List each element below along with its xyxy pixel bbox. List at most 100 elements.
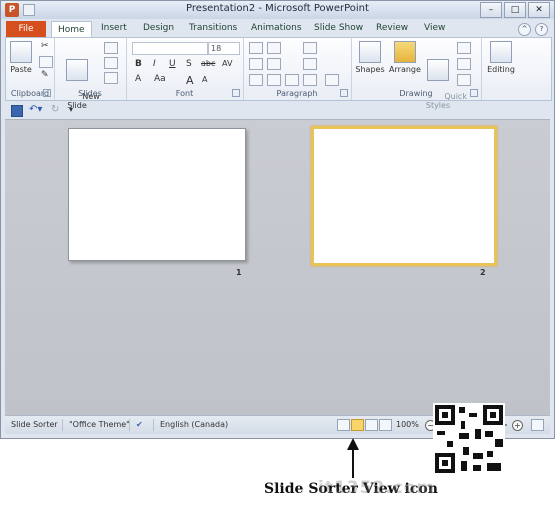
tab-transitions[interactable]: Transitions xyxy=(189,23,237,33)
arrange-label: Arrange xyxy=(389,65,421,74)
binoculars-icon xyxy=(490,41,512,63)
status-divider xyxy=(62,419,63,431)
align-left-icon[interactable] xyxy=(249,74,263,86)
columns-icon[interactable] xyxy=(325,74,339,86)
copy-icon[interactable] xyxy=(39,56,53,68)
tab-design[interactable]: Design xyxy=(143,23,174,33)
line-spacing-icon[interactable] xyxy=(303,42,317,54)
reading-view-button[interactable] xyxy=(365,419,378,431)
tab-animations[interactable]: Animations xyxy=(251,23,302,33)
numbering-icon[interactable] xyxy=(267,42,281,54)
undo-icon[interactable]: ↶▾ xyxy=(29,104,42,115)
tab-review[interactable]: Review xyxy=(376,23,408,33)
slides-group: New Slide Slides xyxy=(54,38,127,110)
ribbon-tabs: File Home Insert Design Transitions Anim… xyxy=(1,21,554,38)
reset-icon[interactable] xyxy=(104,57,118,69)
status-language[interactable]: English (Canada) xyxy=(160,420,228,429)
status-theme[interactable]: "Office Theme" xyxy=(69,420,130,429)
font-size-input[interactable]: 18 xyxy=(208,42,240,55)
help-icon[interactable]: ? xyxy=(535,23,548,36)
editing-label: Editing xyxy=(487,65,515,74)
cut-icon[interactable]: ✂ xyxy=(41,41,49,51)
change-case-button[interactable]: Aa xyxy=(154,74,166,84)
clipboard-group: Paste ✂ ✎ Clipboard xyxy=(6,38,55,100)
font-label: Font xyxy=(175,89,194,98)
minimize-button[interactable]: – xyxy=(480,2,502,18)
paste-button[interactable]: Paste xyxy=(9,41,33,74)
redo-icon[interactable]: ↻ xyxy=(51,104,59,115)
decrease-indent-icon[interactable] xyxy=(249,58,263,70)
paste-icon xyxy=(10,41,32,63)
tab-insert[interactable]: Insert xyxy=(101,23,127,33)
powerpoint-window: P Presentation2 - Microsoft PowerPoint –… xyxy=(0,0,555,439)
font-launcher-icon[interactable] xyxy=(232,89,240,97)
italic-button[interactable]: I xyxy=(153,59,156,69)
shapes-button[interactable]: Shapes xyxy=(355,41,385,74)
tab-slide-show[interactable]: Slide Show xyxy=(314,23,363,33)
section-icon[interactable] xyxy=(104,72,118,84)
close-button[interactable]: ✕ xyxy=(528,2,550,18)
bold-button[interactable]: B xyxy=(135,59,142,69)
shadow-button[interactable]: S xyxy=(186,59,192,69)
shrink-font-button[interactable]: A xyxy=(202,75,207,84)
justify-icon[interactable] xyxy=(303,74,317,86)
status-divider xyxy=(129,419,130,431)
slide-thumbnail-1[interactable] xyxy=(68,128,246,261)
slide-number-1: 1 xyxy=(236,268,242,277)
restore-button[interactable]: □ xyxy=(504,2,526,18)
slides-label: Slides xyxy=(78,89,102,98)
shape-effects-icon[interactable] xyxy=(457,74,471,86)
customize-toolbar-icon[interactable]: ▾ xyxy=(69,105,73,114)
layout-icon[interactable] xyxy=(104,42,118,54)
tab-home[interactable]: Home xyxy=(51,21,92,38)
paragraph-label: Paragraph xyxy=(276,89,318,98)
align-right-icon[interactable] xyxy=(285,74,299,86)
drawing-launcher-icon[interactable] xyxy=(470,89,478,97)
tab-view[interactable]: View xyxy=(424,23,445,33)
normal-view-button[interactable] xyxy=(337,419,350,431)
editing-button[interactable]: Editing xyxy=(484,41,518,74)
format-painter-icon[interactable]: ✎ xyxy=(41,70,49,80)
save-icon[interactable] xyxy=(11,105,23,117)
new-slide-icon xyxy=(66,59,88,81)
text-direction-icon[interactable] xyxy=(303,58,317,70)
slide-sorter-pane: 1 2 xyxy=(5,119,550,415)
minimize-ribbon-icon[interactable]: ^ xyxy=(518,23,531,36)
fit-to-window-button[interactable] xyxy=(531,419,544,431)
character-spacing-button[interactable]: AV xyxy=(222,59,232,68)
slide-show-button[interactable] xyxy=(379,419,392,431)
font-group: 18 B I U S abc AV A Aa A A Font xyxy=(126,38,244,100)
paste-label: Paste xyxy=(10,65,32,74)
tab-file[interactable]: File xyxy=(6,21,46,37)
shape-fill-icon[interactable] xyxy=(457,42,471,54)
paragraph-group: Paragraph xyxy=(243,38,352,100)
editing-group: Editing xyxy=(481,38,521,100)
watermark: it1352.com xyxy=(318,478,436,498)
drawing-group: Shapes Arrange Quick Styles Drawing xyxy=(351,38,482,110)
strikethrough-button[interactable]: abc xyxy=(201,59,215,68)
bullets-icon[interactable] xyxy=(249,42,263,54)
slide-thumbnail-2-selected[interactable] xyxy=(311,126,497,266)
increase-indent-icon[interactable] xyxy=(267,58,281,70)
paragraph-launcher-icon[interactable] xyxy=(340,89,348,97)
title-bar: P Presentation2 - Microsoft PowerPoint –… xyxy=(1,1,554,19)
align-center-icon[interactable] xyxy=(267,74,281,86)
font-name-input[interactable] xyxy=(132,42,208,55)
font-color-button[interactable]: A xyxy=(135,74,141,84)
zoom-in-button[interactable]: + xyxy=(512,420,523,431)
clipboard-launcher-icon[interactable] xyxy=(43,89,51,97)
qr-code xyxy=(433,403,505,475)
underline-button[interactable]: U xyxy=(169,59,176,69)
grow-font-button[interactable]: A xyxy=(186,74,194,87)
arrange-button[interactable]: Arrange xyxy=(388,41,422,74)
zoom-level[interactable]: 100% xyxy=(396,420,419,429)
status-divider xyxy=(153,419,154,431)
window-title: Presentation2 - Microsoft PowerPoint xyxy=(186,3,369,14)
quick-styles-icon xyxy=(427,59,449,81)
quick-access-toolbar: ↶▾ ↻ ▾ xyxy=(5,104,550,118)
slide-sorter-view-button[interactable] xyxy=(351,419,364,431)
spelling-check-icon[interactable]: ✔ xyxy=(136,420,143,429)
shapes-label: Shapes xyxy=(355,65,385,74)
shapes-icon xyxy=(359,41,381,63)
shape-outline-icon[interactable] xyxy=(457,58,471,70)
